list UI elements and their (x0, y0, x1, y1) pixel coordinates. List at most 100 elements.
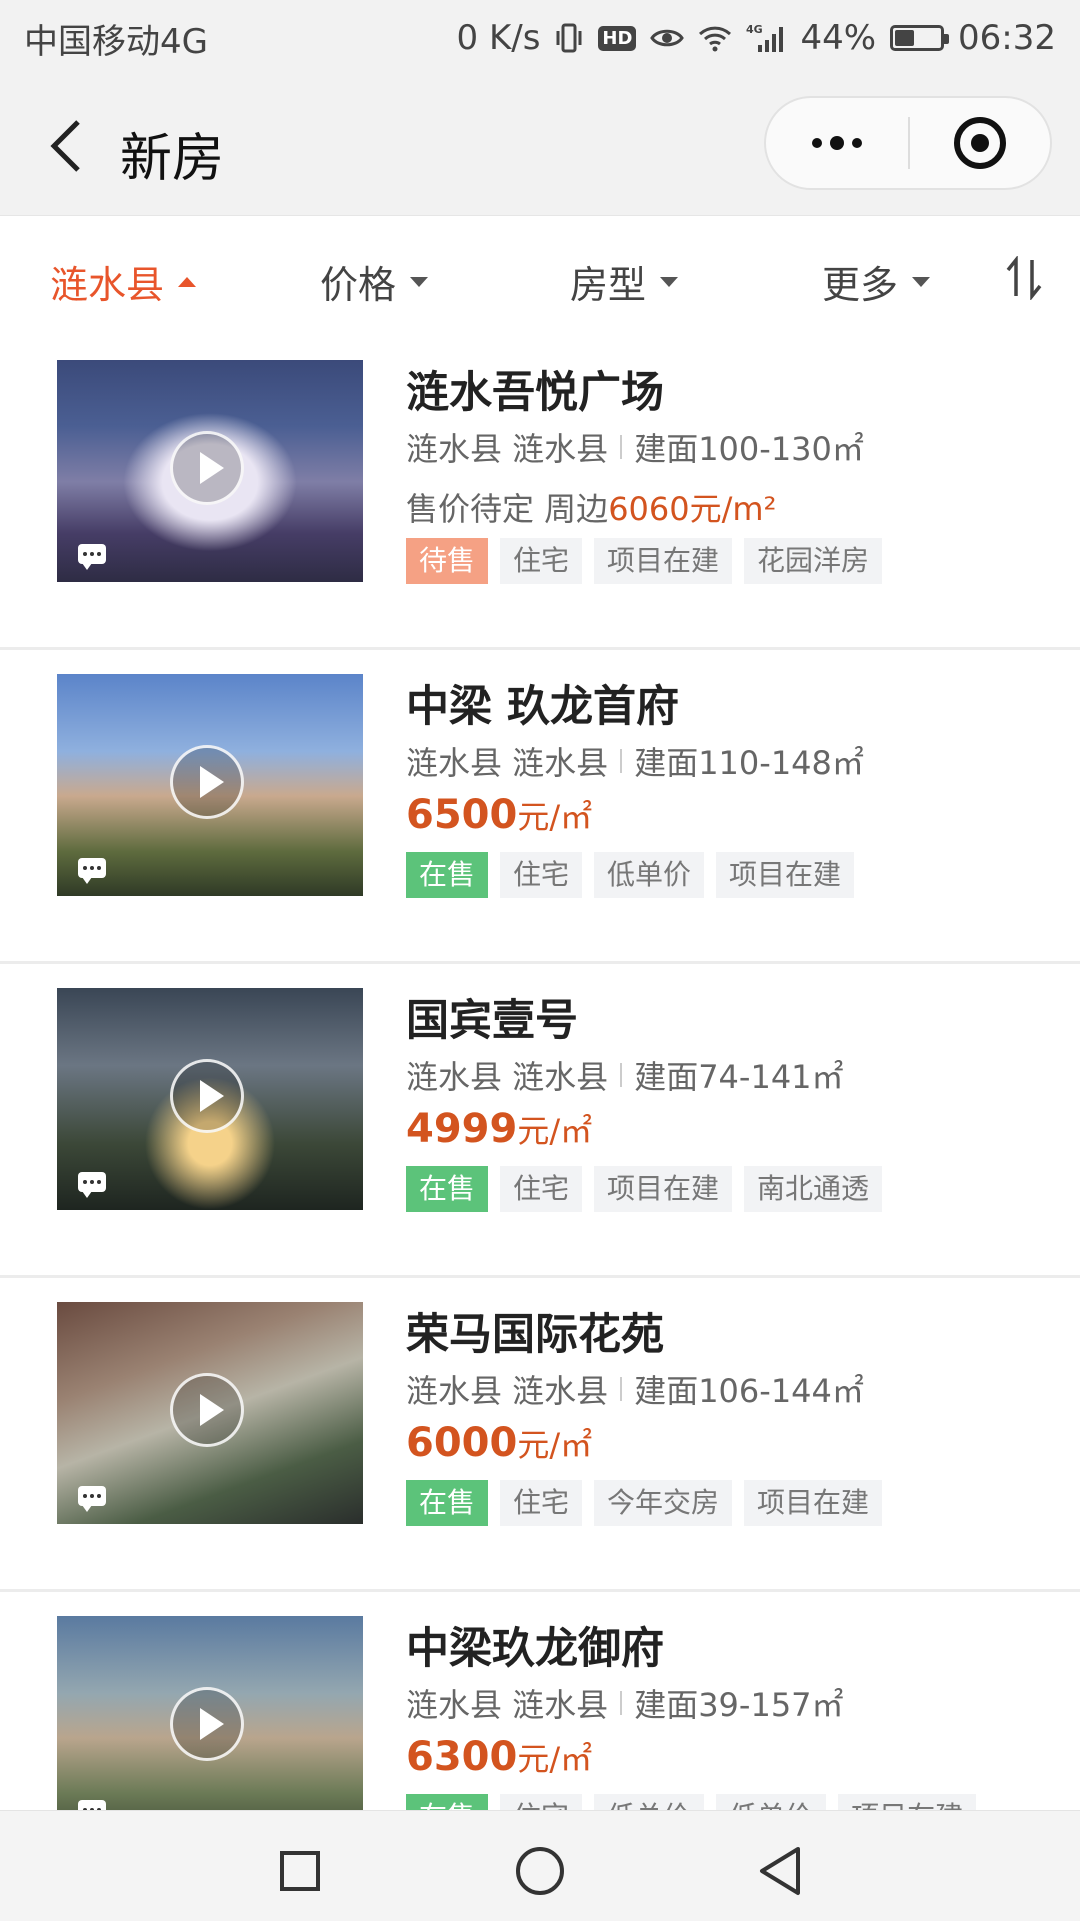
project-district: 涟水县 涟水县 (406, 1686, 609, 1724)
price-unit: 元/㎡ (517, 1112, 593, 1150)
price-value: 6500 (406, 792, 518, 838)
play-icon[interactable] (170, 1059, 244, 1133)
price-value: 6000 (406, 1420, 518, 1466)
signal-icon: 4G (746, 23, 786, 53)
tag: 项目在建 (594, 538, 733, 584)
project-area: 建面110-148㎡ (634, 744, 864, 782)
project-price: 售价待定 周边6060元/m² (406, 484, 776, 530)
filter-district[interactable]: 涟水县 (50, 254, 197, 309)
meta-divider (620, 1377, 623, 1401)
price-value: 6300 (406, 1734, 518, 1780)
project-thumbnail[interactable] (57, 674, 363, 896)
chevron-left-icon (50, 120, 80, 172)
chat-bubble-icon[interactable] (78, 1172, 106, 1198)
project-thumbnail[interactable] (57, 1302, 363, 1524)
sort-button[interactable] (1004, 255, 1044, 301)
meta-divider (620, 749, 623, 773)
price-unit: 元/㎡ (517, 1740, 593, 1778)
filter-label: 房型 (570, 263, 647, 307)
status-icons: 0 K/s HD 4G 44% 06:32 (457, 18, 1056, 58)
project-meta: 涟水县 涟水县 建面74-141㎡ (406, 1052, 844, 1098)
recent-apps-button[interactable] (270, 1841, 330, 1901)
status-badge: 在售 (406, 1480, 489, 1526)
filter-price[interactable]: 价格 (320, 254, 429, 309)
capsule-menu (764, 96, 1052, 190)
chat-bubble-icon[interactable] (78, 1486, 106, 1512)
list-item[interactable]: 国宾壹号 涟水县 涟水县 建面74-141㎡ 4999元/㎡ 在售 住宅 项目在… (0, 964, 1080, 1278)
status-badge: 待售 (406, 538, 489, 584)
price-value: 4999 (406, 1106, 518, 1152)
play-icon[interactable] (170, 1373, 244, 1447)
wifi-icon (698, 24, 732, 52)
system-nav-bar (0, 1810, 1080, 1921)
project-thumbnail[interactable] (57, 360, 363, 582)
project-name: 荣马国际花苑 (406, 1310, 664, 1360)
battery-icon (890, 25, 950, 51)
network-speed: 0 K/s (456, 18, 541, 58)
tag: 项目在建 (716, 852, 855, 898)
filter-more[interactable]: 更多 (822, 254, 931, 309)
price-prefix: 售价待定 周边 (406, 490, 609, 528)
caret-down-icon (660, 276, 679, 287)
list-item[interactable]: 涟水吾悦广场 涟水县 涟水县 建面100-130㎡ 售价待定 周边6060元/m… (0, 336, 1080, 650)
project-district: 涟水县 涟水县 (406, 1372, 609, 1410)
tag: 住宅 (500, 538, 583, 584)
more-dots-icon (812, 138, 822, 148)
filter-layout[interactable]: 房型 (570, 254, 679, 309)
filter-label: 价格 (320, 263, 397, 307)
system-back-button[interactable] (750, 1841, 810, 1901)
page-title: 新房 (120, 129, 225, 189)
play-icon[interactable] (170, 1687, 244, 1761)
project-district: 涟水县 涟水县 (406, 1058, 609, 1096)
project-area: 建面39-157㎡ (634, 1686, 844, 1724)
close-miniprogram-button[interactable] (910, 98, 1050, 188)
hd-icon: HD (598, 25, 637, 51)
tag: 南北通透 (744, 1166, 883, 1212)
circle-icon (516, 1847, 564, 1895)
nav-bar: 新房 (0, 76, 1080, 216)
tag: 住宅 (500, 1480, 583, 1526)
more-button[interactable] (766, 98, 908, 188)
status-bar: 中国移动4G 0 K/s HD 4G 44% 06:32 (0, 0, 1080, 76)
back-button[interactable] (36, 114, 96, 178)
clock: 06:32 (958, 18, 1056, 58)
meta-divider (620, 1063, 623, 1087)
project-meta: 涟水县 涟水县 建面100-130㎡ (406, 424, 864, 470)
project-name: 国宾壹号 (406, 996, 578, 1046)
triangle-back-icon (760, 1847, 800, 1895)
tag: 花园洋房 (744, 538, 883, 584)
filter-label: 涟水县 (50, 263, 165, 307)
list-item[interactable]: 荣马国际花苑 涟水县 涟水县 建面106-144㎡ 6000元/㎡ 在售 住宅 … (0, 1278, 1080, 1592)
project-district: 涟水县 涟水县 (406, 430, 609, 468)
project-meta: 涟水县 涟水县 建面106-144㎡ (406, 1366, 864, 1412)
filter-bar: 涟水县 价格 房型 更多 (0, 216, 1080, 336)
project-meta: 涟水县 涟水县 建面39-157㎡ (406, 1680, 844, 1726)
chat-bubble-icon[interactable] (78, 858, 106, 884)
project-name: 中梁 玖龙首府 (406, 682, 679, 732)
tag-list: 待售 住宅 项目在建 花园洋房 (406, 538, 883, 584)
project-meta: 涟水县 涟水县 建面110-148㎡ (406, 738, 864, 784)
tag-list: 在售 住宅 项目在建 南北通透 (406, 1166, 883, 1212)
chat-bubble-icon[interactable] (78, 544, 106, 570)
project-price: 6500元/㎡ (406, 792, 592, 838)
status-badge: 在售 (406, 852, 489, 898)
tag-list: 在售 住宅 低单价 项目在建 (406, 852, 855, 898)
project-area: 建面74-141㎡ (634, 1058, 844, 1096)
tag-list: 在售 住宅 今年交房 项目在建 (406, 1480, 883, 1526)
tag: 住宅 (500, 1166, 583, 1212)
carrier-label: 中国移动4G (24, 21, 208, 62)
project-thumbnail[interactable] (57, 988, 363, 1210)
price-highlight: 6060元/m² (608, 490, 777, 528)
caret-down-icon (410, 276, 429, 287)
play-icon[interactable] (170, 745, 244, 819)
home-button[interactable] (510, 1841, 570, 1901)
square-icon (280, 1851, 320, 1891)
tag: 项目在建 (594, 1166, 733, 1212)
play-icon[interactable] (170, 431, 244, 505)
status-badge: 在售 (406, 1166, 489, 1212)
sort-arrows-icon (1006, 255, 1042, 301)
project-thumbnail[interactable] (57, 1616, 363, 1838)
battery-percent: 44% (800, 18, 877, 58)
project-price: 4999元/㎡ (406, 1106, 592, 1152)
list-item[interactable]: 中梁 玖龙首府 涟水县 涟水县 建面110-148㎡ 6500元/㎡ 在售 住宅… (0, 650, 1080, 964)
